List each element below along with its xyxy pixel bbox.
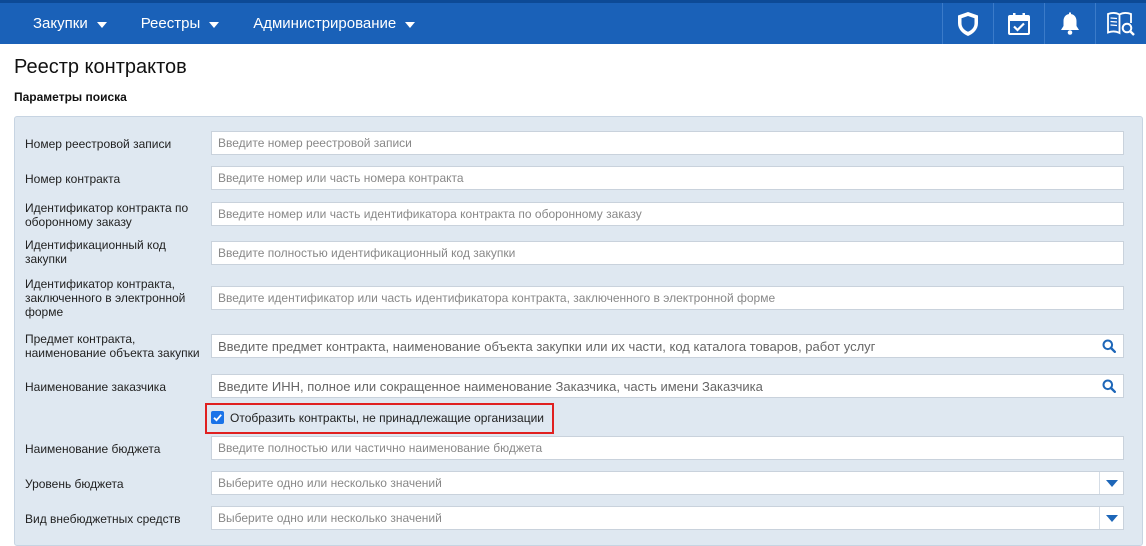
contract-subject-input[interactable]: Введите предмет контракта, наименование … [211,334,1124,358]
contract-subject-label: Предмет контракта, наименование объекта … [25,332,200,360]
topbar-icon-group [942,3,1146,44]
customer-name-label: Наименование заказчика [25,380,166,394]
defense-order-id-label: Идентификатор контракта по оборонному за… [25,201,189,229]
extra-budget-funds-placeholder: Выберите одно или несколько значений [218,511,442,525]
show-foreign-contracts-label[interactable]: Отобразить контракты, не принадлежащие о… [230,411,544,425]
nav-menu-purchases-label: Закупки [33,15,88,32]
extra-budget-funds-label: Вид внебюджетных средств [25,512,181,526]
search-icon[interactable] [1095,375,1123,397]
purchase-code-input[interactable]: Введите полностью идентификационный код … [211,241,1124,265]
contract-number-label: Номер контракта [25,172,121,186]
registry-number-input[interactable]: Введите номер реестровой записи [211,131,1124,155]
budget-name-label: Наименование бюджета [25,442,161,456]
customer-name-placeholder: Введите ИНН, полное или сокращенное наим… [218,378,763,394]
extra-budget-funds-select[interactable]: Выберите одно или несколько значений [211,506,1124,530]
dropdown-arrow-icon[interactable] [1099,507,1123,529]
search-icon[interactable] [1095,335,1123,357]
top-navigation-bar: Закупки Реестры Администрирование [0,0,1146,44]
section-title-search-params: Параметры поиска [14,90,127,104]
nav-menu-administration-label: Администрирование [253,15,397,32]
shield-icon[interactable] [942,3,993,44]
defense-order-id-input[interactable]: Введите номер или часть идентификатора к… [211,202,1124,226]
nav-menu-registries[interactable]: Реестры [121,3,234,44]
nav-menu-purchases[interactable]: Закупки [0,3,121,44]
electronic-contract-id-label: Идентификатор контракта, заключенного в … [25,277,186,319]
chevron-down-icon [209,21,220,28]
budget-level-label: Уровень бюджета [25,477,124,491]
contract-number-input[interactable]: Введите номер или часть номера контракта [211,166,1124,190]
calendar-check-icon[interactable] [993,3,1044,44]
contract-subject-placeholder: Введите предмет контракта, наименование … [218,338,876,354]
chevron-down-icon [405,21,416,28]
nav-menu-administration[interactable]: Администрирование [233,3,429,44]
book-search-icon[interactable] [1095,3,1146,44]
budget-level-placeholder: Выберите одно или несколько значений [218,476,442,490]
purchase-code-label: Идентификационный код закупки [25,238,166,266]
show-foreign-contracts-checkbox[interactable] [211,411,224,424]
bell-icon[interactable] [1044,3,1095,44]
budget-level-select[interactable]: Выберите одно или несколько значений [211,471,1124,495]
registry-number-label: Номер реестровой записи [25,137,172,151]
customer-name-input[interactable]: Введите ИНН, полное или сокращенное наим… [211,374,1124,398]
dropdown-arrow-icon[interactable] [1099,472,1123,494]
budget-name-input[interactable]: Введите полностью или частично наименова… [211,436,1124,460]
nav-menu-registries-label: Реестры [140,15,201,32]
chevron-down-icon [96,21,107,28]
page-title: Реестр контрактов [14,56,187,78]
electronic-contract-id-input[interactable]: Введите идентификатор или часть идентифи… [211,286,1124,310]
